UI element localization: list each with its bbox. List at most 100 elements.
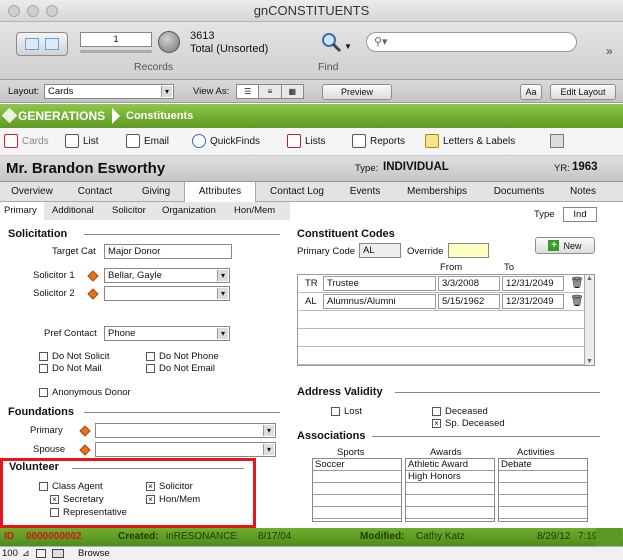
zoom-window-button[interactable]	[46, 5, 58, 17]
tab-attributes[interactable]: Attributes	[184, 182, 256, 202]
subtab-solicitor[interactable]: Solicitor	[112, 202, 146, 220]
list-view-icon[interactable]: ≡	[259, 85, 282, 98]
subtab-primary[interactable]: Primary	[0, 202, 44, 220]
code-row-to[interactable]: 12/31/2049	[502, 294, 564, 309]
form-view-icon[interactable]: ☰	[237, 85, 260, 98]
override-field[interactable]	[448, 243, 489, 258]
code-row-to[interactable]: 12/31/2049	[502, 276, 564, 291]
solicitor2-select[interactable]	[104, 286, 230, 301]
window-title: gnCONSTITUENTS	[253, 3, 370, 18]
deceased-checkbox[interactable]	[432, 407, 441, 416]
created-label: Created:	[118, 531, 159, 542]
record-navigator[interactable]	[16, 32, 68, 56]
foundation-spouse-select[interactable]	[95, 442, 276, 457]
subtab-organization[interactable]: Organization	[162, 202, 216, 220]
solicitor1-select[interactable]: Bellar, Gayle	[104, 268, 230, 283]
associations-divider	[372, 436, 600, 437]
type-box-field[interactable]: Ind	[563, 207, 597, 222]
awards-list[interactable]: Athletic Award High Honors	[405, 458, 495, 522]
text-format-button[interactable]: Aa	[520, 84, 542, 100]
foundation-spouse-lookup-icon[interactable]	[79, 444, 91, 456]
subtab-additional[interactable]: Additional	[52, 202, 94, 220]
code-row-from[interactable]: 3/3/2008	[438, 276, 500, 291]
code-row-desc[interactable]: Alumnus/Alumni	[323, 294, 436, 309]
cards-icon	[4, 134, 18, 148]
honmem-checkbox[interactable]: ×	[146, 495, 155, 504]
nav-reports[interactable]: Reports	[352, 134, 405, 148]
foundation-primary-select[interactable]	[95, 423, 276, 438]
view-as-segmented[interactable]: ☰ ≡ ▦	[236, 84, 304, 99]
tab-contact-log[interactable]: Contact Log	[264, 182, 330, 202]
breadcrumb-arrow-icon	[112, 108, 120, 124]
nav-lists[interactable]: Lists	[287, 134, 326, 148]
next-record-icon[interactable]	[45, 38, 59, 50]
record-slider[interactable]	[80, 50, 152, 53]
zoom-level[interactable]: 100	[2, 547, 18, 560]
do-not-solicit-checkbox[interactable]	[39, 352, 48, 361]
primary-code-field[interactable]: AL	[359, 243, 401, 258]
nav-quickfinds[interactable]: QuickFinds	[192, 134, 260, 148]
tab-events[interactable]: Events	[342, 182, 388, 202]
tab-giving[interactable]: Giving	[134, 182, 178, 202]
close-window-button[interactable]	[8, 5, 20, 17]
gift-icon[interactable]	[550, 134, 564, 148]
minimize-window-button[interactable]	[27, 5, 39, 17]
anonymous-checkbox[interactable]	[39, 388, 48, 397]
scroll-up-icon[interactable]: ▲	[585, 275, 594, 282]
foundation-primary-lookup-icon[interactable]	[79, 425, 91, 437]
nav-email[interactable]: Email	[126, 134, 169, 148]
activities-item[interactable]: Debate	[499, 459, 587, 471]
do-not-mail-checkbox[interactable]	[39, 364, 48, 373]
do-not-phone-checkbox[interactable]	[146, 352, 155, 361]
layout-select[interactable]: Cards	[44, 84, 174, 99]
solicitor1-lookup-icon[interactable]	[87, 270, 99, 282]
status-toolbar-toggle-icon[interactable]	[36, 549, 46, 558]
sports-item[interactable]: Soccer	[313, 459, 401, 471]
new-code-button[interactable]: + New	[535, 237, 595, 254]
table-view-icon[interactable]: ▦	[282, 85, 303, 98]
do-not-email-checkbox[interactable]	[146, 364, 155, 373]
sp-deceased-checkbox[interactable]: ×	[432, 419, 441, 428]
record-number-field[interactable]: 1	[80, 32, 152, 47]
tab-memberships[interactable]: Memberships	[402, 182, 472, 202]
magnifier-icon	[322, 33, 342, 53]
nav-list[interactable]: List	[65, 134, 99, 148]
representative-checkbox[interactable]	[50, 508, 59, 517]
lost-checkbox[interactable]	[331, 407, 340, 416]
code-row-from[interactable]: 5/15/1962	[438, 294, 500, 309]
find-button[interactable]	[320, 31, 342, 53]
sports-list[interactable]: Soccer	[312, 458, 402, 522]
trash-icon[interactable]: 🗑	[570, 276, 584, 289]
volunteer-solicitor-checkbox[interactable]: ×	[146, 482, 155, 491]
edit-layout-button[interactable]: Edit Layout	[550, 84, 616, 100]
tab-overview[interactable]: Overview	[4, 182, 60, 202]
codes-scrollbar[interactable]: ▲ ▼	[584, 275, 594, 365]
mode-icon[interactable]	[52, 549, 64, 558]
secretary-checkbox[interactable]: ×	[50, 495, 59, 504]
tab-notes[interactable]: Notes	[564, 182, 602, 202]
tab-documents[interactable]: Documents	[488, 182, 550, 202]
class-agent-checkbox[interactable]	[39, 482, 48, 491]
code-row-desc[interactable]: Trustee	[323, 276, 436, 291]
secretary-label: Secretary	[63, 494, 104, 505]
solicitor2-lookup-icon[interactable]	[87, 288, 99, 300]
awards-item[interactable]: Athletic Award	[406, 459, 494, 471]
nav-cards[interactable]: Cards	[4, 134, 49, 148]
pref-contact-select[interactable]: Phone	[104, 326, 230, 341]
lists-icon	[287, 134, 301, 148]
zoom-icon[interactable]: ⊿	[22, 547, 30, 560]
nav-letters[interactable]: Letters & Labels	[425, 134, 515, 148]
toolbar-overflow-icon[interactable]: »	[606, 44, 613, 58]
trash-icon[interactable]: 🗑	[570, 294, 584, 307]
subtab-honmem[interactable]: Hon/Mem	[234, 202, 275, 220]
search-input[interactable]: ⚲▾	[366, 32, 577, 52]
address-validity-heading: Address Validity	[297, 386, 383, 398]
scroll-down-icon[interactable]: ▼	[585, 358, 594, 365]
previous-record-icon[interactable]	[25, 38, 39, 50]
awards-item[interactable]: High Honors	[406, 471, 494, 483]
target-cat-field[interactable]: Major Donor	[104, 244, 232, 259]
chevron-down-icon[interactable]: ▼	[344, 42, 352, 51]
preview-button[interactable]: Preview	[322, 84, 392, 100]
activities-list[interactable]: Debate	[498, 458, 588, 522]
tab-contact[interactable]: Contact	[70, 182, 120, 202]
